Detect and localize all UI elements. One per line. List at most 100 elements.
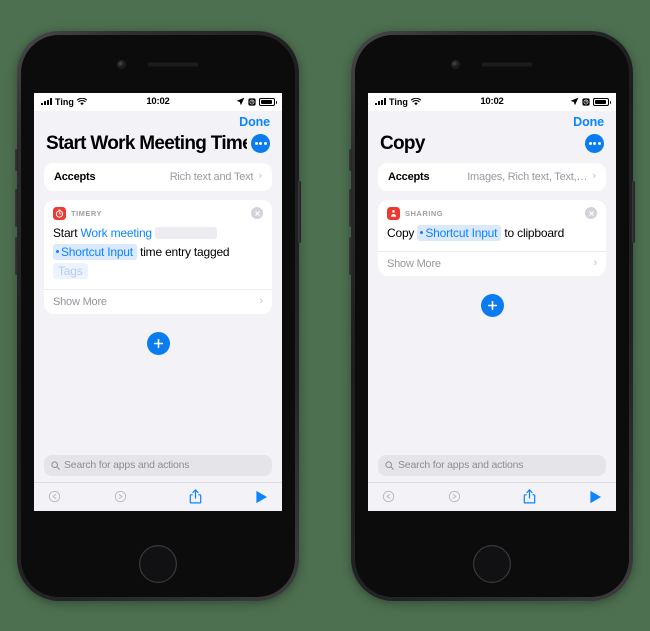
share-icon <box>523 489 536 504</box>
home-button[interactable] <box>473 544 511 583</box>
action-token-text: Copy <box>387 225 415 240</box>
close-circle-icon[interactable] <box>585 207 597 219</box>
more-options-icon[interactable] <box>585 134 604 153</box>
search-placeholder: Search for apps and actions <box>64 459 190 471</box>
search-wrapper: Search for apps and actions <box>368 450 616 482</box>
play-icon <box>590 490 601 503</box>
volume-down-button[interactable] <box>15 236 18 275</box>
shortcut-editor-content: Accepts Rich text and Text › TIMERY Star… <box>34 162 282 450</box>
power-button[interactable] <box>298 180 301 243</box>
more-options-icon[interactable] <box>251 134 270 153</box>
add-action-row <box>378 293 606 317</box>
redo-button[interactable] <box>92 490 158 503</box>
add-action-row <box>44 331 272 355</box>
carrier-label: Ting <box>389 96 408 107</box>
action-token-shortcut-input[interactable]: Shortcut Input <box>417 224 502 241</box>
variable-label: Shortcut Input <box>425 225 498 240</box>
close-circle-icon[interactable] <box>251 207 263 219</box>
search-input[interactable]: Search for apps and actions <box>44 454 272 476</box>
iphone-device-left: Ting 10:02 Done Start Work Meeting Timer… <box>15 30 301 601</box>
chevron-right-icon: › <box>592 170 596 182</box>
redo-icon <box>448 490 461 503</box>
silent-switch[interactable] <box>15 148 18 171</box>
action-card-timery[interactable]: TIMERY Start Work meeting Shortcut Input… <box>44 199 272 314</box>
action-token-project[interactable]: Work meeting <box>80 226 152 240</box>
action-parameters: Start Work meeting Shortcut Input time e… <box>44 222 272 289</box>
alarm-clock-icon <box>582 97 590 106</box>
title-row: Copy <box>368 130 616 163</box>
show-more-button[interactable]: Show More › <box>378 250 606 276</box>
action-token-empty-field[interactable] <box>155 227 218 240</box>
silent-switch[interactable] <box>349 148 352 171</box>
chevron-right-icon: › <box>593 257 598 269</box>
show-more-button[interactable]: Show More › <box>44 288 272 314</box>
power-button[interactable] <box>632 180 635 243</box>
title-row: Start Work Meeting Timer <box>34 130 282 163</box>
variable-dot-icon <box>56 250 59 254</box>
status-bar-clock: 10:02 <box>146 96 170 107</box>
accepts-row[interactable]: Accepts Rich text and Text › <box>44 162 272 191</box>
status-bar-left: Ting <box>375 97 480 107</box>
add-action-icon[interactable] <box>480 293 504 317</box>
location-arrow-icon <box>236 97 245 106</box>
status-bar-right <box>504 97 611 106</box>
accepts-row[interactable]: Accepts Images, Rich text, Text,… › <box>378 162 606 191</box>
play-icon <box>256 490 267 503</box>
search-icon <box>51 460 60 470</box>
done-button[interactable]: Done <box>239 115 270 129</box>
device-bezel: Ting 10:02 <box>21 34 295 597</box>
location-arrow-icon <box>570 97 579 106</box>
status-bar-right <box>170 97 277 106</box>
wifi-icon <box>410 97 421 105</box>
show-more-label: Show More <box>53 295 107 308</box>
accepts-value: Rich text and Text <box>169 170 254 183</box>
accepts-value: Images, Rich text, Text,… <box>467 170 588 183</box>
variable-dot-icon <box>420 231 424 235</box>
undo-button[interactable] <box>382 490 426 503</box>
search-input[interactable]: Search for apps and actions <box>378 454 606 476</box>
shortcut-editor-content: Accepts Images, Rich text, Text,… › SHAR… <box>368 162 616 450</box>
chevron-right-icon: › <box>259 295 264 307</box>
navigation-bar: Done <box>34 110 282 131</box>
redo-button[interactable] <box>426 490 492 503</box>
share-button[interactable] <box>492 489 558 504</box>
phone-screen-right: Ting 10:02 Done Copy Accepts Images, Ric… <box>368 92 616 511</box>
volume-up-button[interactable] <box>349 188 352 227</box>
timery-stopwatch-icon <box>53 206 66 220</box>
status-bar: Ting 10:02 <box>368 92 616 111</box>
phone-screen-left: Ting 10:02 Done Start Work Meeting Timer… <box>34 92 282 511</box>
front-camera-icon <box>451 61 459 68</box>
done-button[interactable]: Done <box>573 115 604 129</box>
share-button[interactable] <box>158 489 224 504</box>
editor-toolbar <box>34 481 282 511</box>
home-button[interactable] <box>139 544 177 583</box>
search-icon <box>385 460 394 470</box>
alarm-clock-icon <box>248 97 256 106</box>
battery-icon <box>593 97 611 106</box>
action-token-tags-placeholder[interactable]: Tags <box>53 262 88 279</box>
sharing-icon <box>387 206 400 220</box>
action-token-text: clipboard <box>517 225 565 240</box>
undo-button[interactable] <box>48 490 92 503</box>
earpiece-speaker <box>480 62 533 67</box>
run-button[interactable] <box>224 490 268 504</box>
chevron-right-icon: › <box>258 170 262 182</box>
bottom-bar: Search for apps and actions <box>368 449 616 511</box>
run-button[interactable] <box>558 490 602 504</box>
action-card-sharing[interactable]: SHARING Copy Shortcut Input to clipboard… <box>378 199 606 276</box>
status-bar: Ting 10:02 <box>34 92 282 111</box>
bottom-bar: Search for apps and actions <box>34 449 282 511</box>
volume-down-button[interactable] <box>349 236 352 275</box>
page-title: Copy <box>380 132 425 154</box>
action-token-text: to <box>504 225 515 240</box>
status-bar-clock: 10:02 <box>480 96 504 107</box>
action-token-shortcut-input[interactable]: Shortcut Input <box>53 243 137 260</box>
volume-up-button[interactable] <box>15 188 18 227</box>
cellular-signal-icon <box>375 98 386 105</box>
share-icon <box>189 489 202 504</box>
action-token-text: time entry <box>140 244 191 259</box>
status-bar-left: Ting <box>41 97 146 107</box>
action-token-text: Start <box>53 225 78 240</box>
add-action-icon[interactable] <box>146 331 170 355</box>
carrier-label: Ting <box>55 96 74 107</box>
